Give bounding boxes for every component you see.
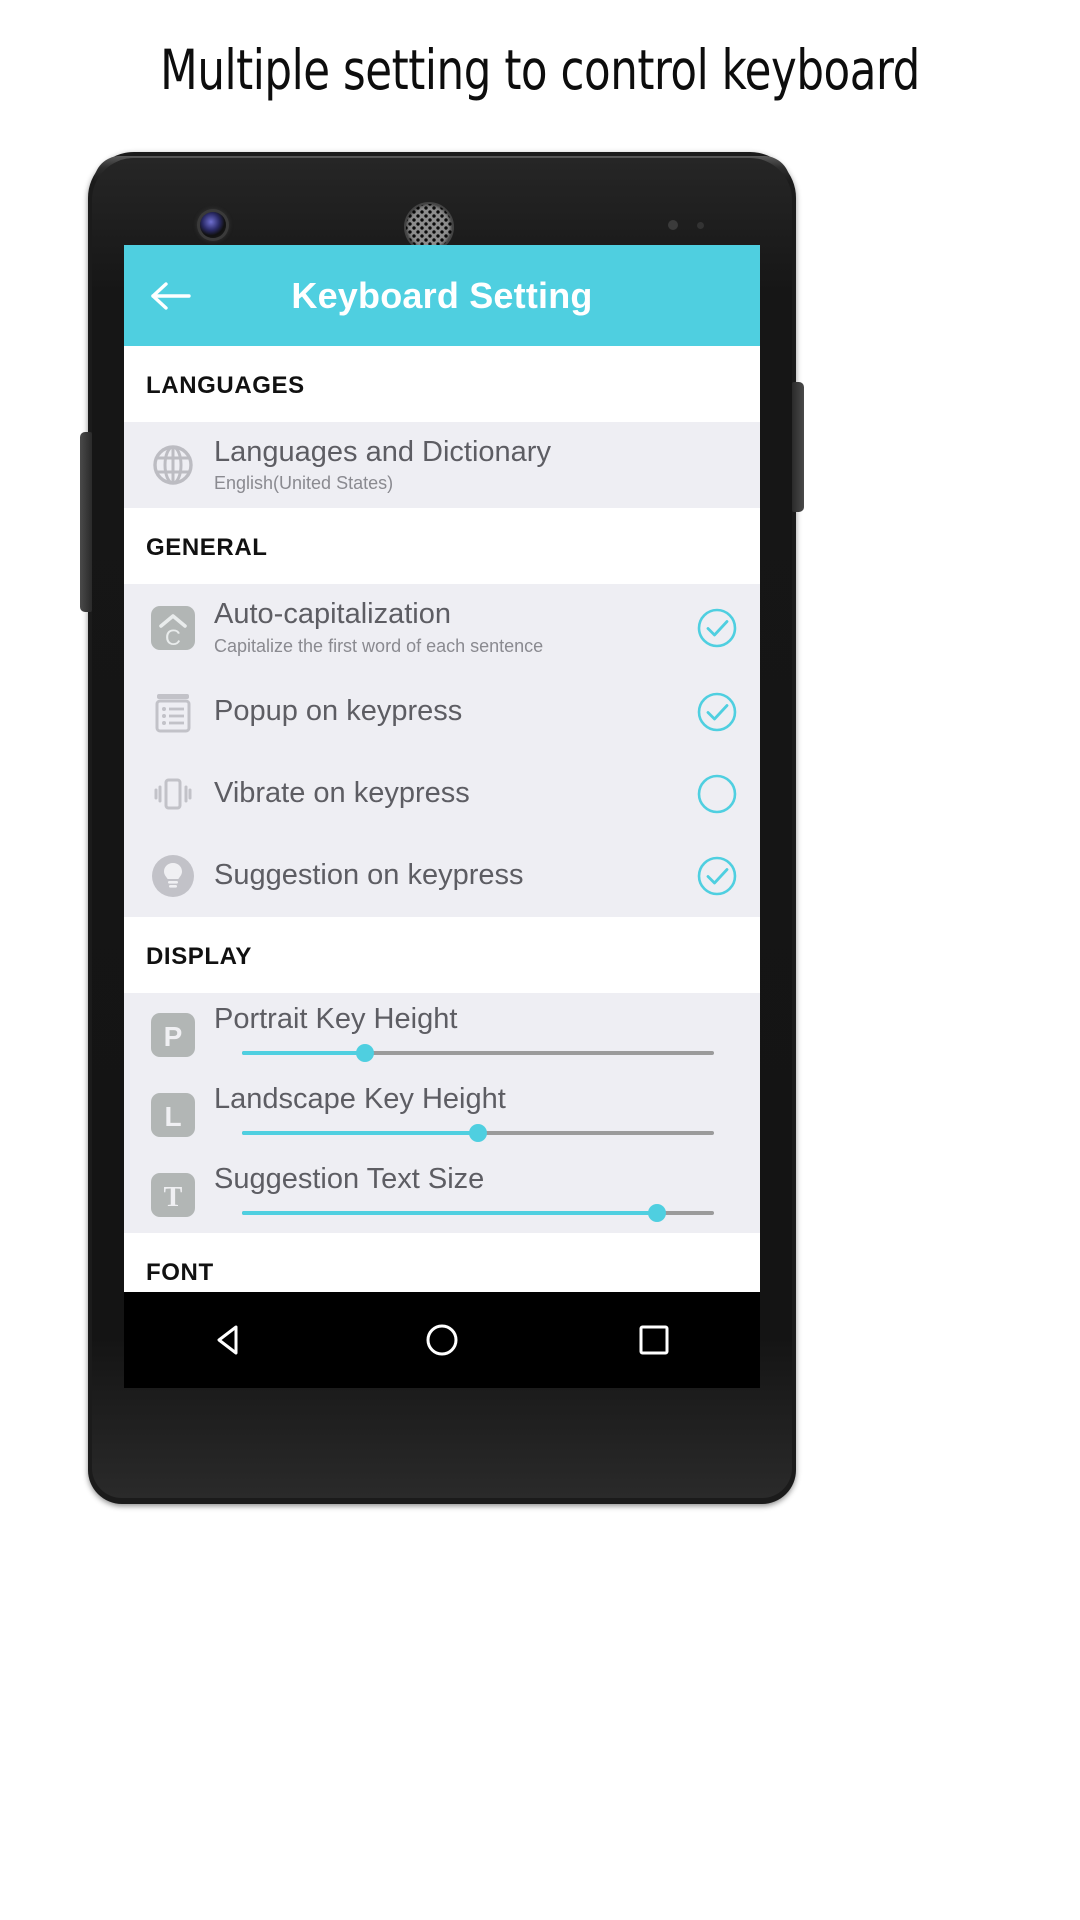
proximity-sensor-icon <box>668 220 678 230</box>
android-navigation-bar <box>124 1292 760 1388</box>
phone-mockup: Keyboard Setting LANGUAGES Languages and… <box>80 152 804 1504</box>
row-suggestion-text-size[interactable]: T Suggestion Text Size <box>124 1153 760 1233</box>
row-text: Landscape Key Height <box>214 1083 740 1146</box>
auto-capitalization-icon: C <box>146 601 200 655</box>
row-subtitle: English(United States) <box>214 473 394 494</box>
globe-icon <box>146 438 200 492</box>
row-text: Suggestion on keypress <box>214 859 684 892</box>
volume-button[interactable] <box>80 432 92 612</box>
slider-knob[interactable] <box>355 1044 374 1063</box>
landscape-key-height-icon: L <box>146 1088 200 1142</box>
phone-screen: Keyboard Setting LANGUAGES Languages and… <box>124 245 760 1292</box>
row-title: Landscape Key Height <box>214 1083 506 1116</box>
toggle-popup-on-keypress[interactable] <box>694 689 740 735</box>
row-title: Auto-capitalization <box>214 598 451 631</box>
row-text: Languages and Dictionary English(United … <box>214 436 740 494</box>
page-title: Keyboard Setting <box>291 274 593 316</box>
svg-text:T: T <box>164 1182 183 1213</box>
slider-knob[interactable] <box>648 1204 667 1223</box>
suggestion-text-size-icon: T <box>146 1168 200 1222</box>
arrow-left-icon[interactable] <box>148 273 194 319</box>
slider-portrait-key-height[interactable] <box>242 1040 714 1066</box>
row-title: Portrait Key Height <box>214 1003 458 1036</box>
nav-home-circle-icon[interactable] <box>420 1318 464 1362</box>
front-camera-icon <box>200 212 226 238</box>
row-title: Suggestion Text Size <box>214 1163 485 1196</box>
popup-keypress-icon <box>146 685 200 739</box>
slider-landscape-key-height[interactable] <box>242 1120 714 1146</box>
section-header-general: GENERAL <box>124 508 760 585</box>
row-text: Popup on keypress <box>214 695 684 728</box>
page-headline: Multiple setting to control keyboard <box>160 38 920 102</box>
earpiece-speaker-icon <box>406 204 452 250</box>
section-header-display: DISPLAY <box>124 916 760 993</box>
slider-fill <box>242 1211 658 1216</box>
svg-text:C: C <box>165 625 181 650</box>
toggle-suggestion-on-keypress[interactable] <box>694 853 740 899</box>
svg-text:L: L <box>164 1101 181 1132</box>
row-title: Popup on keypress <box>214 695 463 728</box>
row-suggestion-on-keypress[interactable]: Suggestion on keypress <box>124 835 760 917</box>
slider-suggestion-text-size[interactable] <box>242 1200 714 1226</box>
row-text: Vibrate on keypress <box>214 777 684 810</box>
slider-fill <box>242 1051 365 1056</box>
row-popup-on-keypress[interactable]: Popup on keypress <box>124 671 760 753</box>
portrait-key-height-icon: P <box>146 1008 200 1062</box>
row-auto-capitalization[interactable]: C Auto-capitalization Capitalize the fir… <box>124 584 760 670</box>
row-vibrate-on-keypress[interactable]: Vibrate on keypress <box>124 753 760 835</box>
nav-back-triangle-icon[interactable] <box>208 1318 252 1362</box>
toggle-vibrate-on-keypress[interactable] <box>694 771 740 817</box>
row-languages-and-dictionary[interactable]: Languages and Dictionary English(United … <box>124 422 760 508</box>
row-portrait-key-height[interactable]: P Portrait Key Height <box>124 993 760 1073</box>
power-button[interactable] <box>792 382 804 512</box>
group-languages: Languages and Dictionary English(United … <box>124 422 760 509</box>
slider-fill <box>242 1131 478 1136</box>
row-text: Suggestion Text Size <box>214 1163 740 1226</box>
section-header-font: FONT <box>124 1232 760 1292</box>
row-text: Portrait Key Height <box>214 1003 740 1066</box>
vibrate-icon <box>146 767 200 821</box>
app-bar: Keyboard Setting <box>124 245 760 346</box>
row-title: Vibrate on keypress <box>214 777 470 810</box>
row-title: Suggestion on keypress <box>214 859 524 892</box>
slider-knob[interactable] <box>469 1124 487 1143</box>
nav-recents-square-icon[interactable] <box>632 1318 676 1362</box>
row-landscape-key-height[interactable]: L Landscape Key Height <box>124 1073 760 1153</box>
svg-text:P: P <box>164 1021 183 1052</box>
row-text: Auto-capitalization Capitalize the first… <box>214 598 684 656</box>
light-sensor-icon <box>697 222 704 229</box>
row-subtitle: Capitalize the first word of each senten… <box>214 635 544 656</box>
row-title: Languages and Dictionary <box>214 436 551 468</box>
toggle-auto-capitalization[interactable] <box>694 605 740 651</box>
group-general: C Auto-capitalization Capitalize the fir… <box>124 584 760 917</box>
group-display: P Portrait Key Height L Landscape Key He… <box>124 992 760 1233</box>
suggestion-bulb-icon <box>146 849 200 903</box>
section-header-languages: LANGUAGES <box>124 346 760 422</box>
